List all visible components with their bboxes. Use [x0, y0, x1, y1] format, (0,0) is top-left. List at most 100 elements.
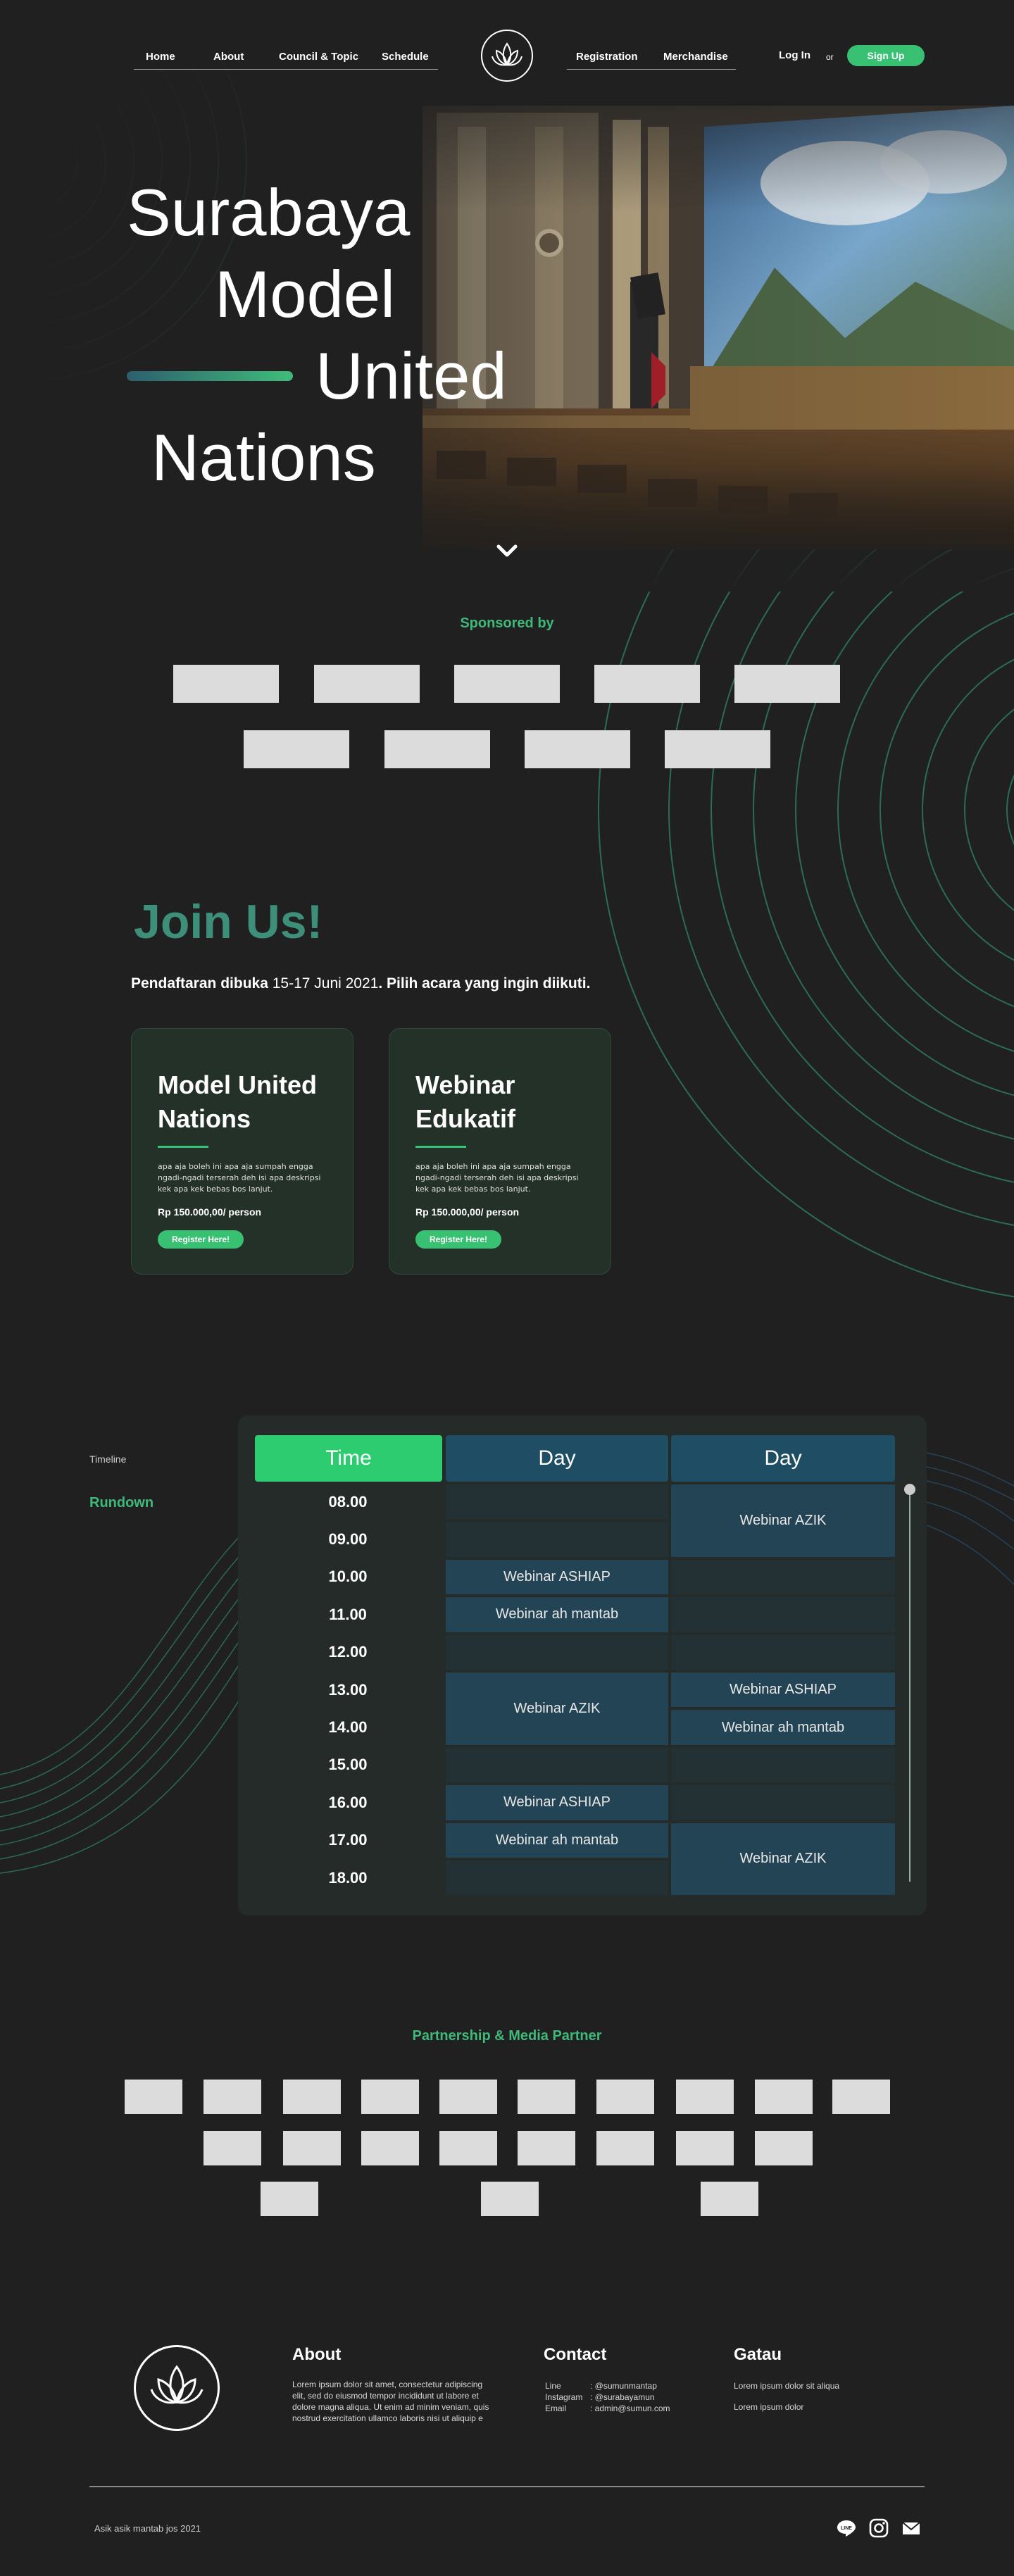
partner-logo: [676, 2131, 734, 2165]
lotus-logo-icon: [492, 42, 522, 66]
footer-about-text: Lorem ipsum dolor sit amet, consectetur …: [292, 2380, 489, 2423]
hero-title-line-3: United: [315, 339, 507, 413]
sponsor-logo: [594, 665, 700, 703]
sponsor-logo: [665, 730, 770, 768]
or-text: or: [826, 52, 834, 62]
time-cell: 18.00: [328, 1868, 368, 1887]
schedule-empty-slot: [446, 1484, 668, 1520]
partner-logo: [261, 2182, 318, 2216]
schedule-event[interactable]: Webinar AZIK: [446, 1672, 668, 1745]
contact-email-key: Email: [545, 2403, 567, 2413]
subtitle-pre: Pendaftaran dibuka: [131, 975, 273, 992]
nav-merchandise[interactable]: Merchandise: [663, 51, 728, 63]
svg-text:LINE: LINE: [841, 2526, 852, 2531]
schedule-empty-slot: [446, 1747, 668, 1783]
nav-registration[interactable]: Registration: [576, 51, 638, 63]
schedule-event[interactable]: Webinar AZIK: [671, 1484, 895, 1557]
footer-logo[interactable]: [134, 2345, 220, 2431]
footer-gatau-line: Lorem ipsum dolor: [734, 2402, 804, 2412]
schedule-event[interactable]: Webinar ASHIAP: [446, 1559, 668, 1595]
subtitle-date: 15-17 Juni 2021: [272, 975, 379, 992]
footer-gatau-heading: Gatau: [734, 2345, 782, 2364]
schedule-event[interactable]: Webinar ah mantab: [446, 1822, 668, 1858]
nav-left-underline: [134, 69, 438, 70]
footer-gatau-line: Lorem ipsum dolor sit aliqua: [734, 2381, 840, 2391]
time-cell: 08.00: [328, 1492, 368, 1511]
time-cell: 13.00: [328, 1680, 368, 1699]
schedule-table: Time Day Day 08.00 09.00 10.00 11.00 12.00 13…: [238, 1415, 927, 1915]
instagram-icon[interactable]: [868, 2518, 889, 2539]
partner-logo: [361, 2131, 419, 2165]
contact-instagram-key: Instagram: [545, 2392, 583, 2402]
schedule-empty-slot: [671, 1559, 895, 1595]
card-divider: [415, 1146, 466, 1148]
time-cell: 09.00: [328, 1530, 368, 1548]
site-logo[interactable]: [481, 30, 533, 82]
card-divider: [158, 1146, 208, 1148]
schedule-event[interactable]: Webinar ASHIAP: [446, 1785, 668, 1820]
schedule-event[interactable]: Webinar ah mantab: [446, 1597, 668, 1632]
nav-home[interactable]: Home: [146, 51, 175, 63]
register-button[interactable]: Register Here!: [158, 1230, 244, 1249]
hero-title-line-2: Model: [215, 257, 396, 331]
nav-council-topic[interactable]: Council & Topic: [279, 51, 358, 63]
hero-title-accent-bar: [127, 371, 293, 381]
nav-about[interactable]: About: [213, 51, 244, 63]
footer-about-heading: About: [292, 2345, 342, 2364]
time-cell: 17.00: [328, 1831, 368, 1849]
contact-instagram-value[interactable]: : @surabayamun: [590, 2391, 655, 2403]
signup-button[interactable]: Sign Up: [847, 45, 925, 66]
lotus-logo-icon: [150, 2365, 204, 2404]
sponsor-logo: [244, 730, 349, 768]
partner-logo: [755, 2080, 813, 2114]
card-price: Rp 150.000,00/ person: [415, 1206, 520, 1218]
schedule-scroll-handle[interactable]: [904, 1484, 915, 1495]
sponsor-logo: [454, 665, 560, 703]
join-us-subtitle: Pendaftaran dibuka 15-17 Juni 2021. Pili…: [131, 975, 590, 992]
schedule-empty-slot: [446, 1634, 668, 1670]
sponsor-logo: [384, 730, 490, 768]
partner-logo: [755, 2131, 813, 2165]
partner-logo: [518, 2131, 575, 2165]
partner-logo: [361, 2080, 419, 2114]
nav-schedule[interactable]: Schedule: [382, 51, 429, 63]
schedule-empty-slot: [671, 1747, 895, 1783]
schedule-event[interactable]: Webinar ah mantab: [671, 1710, 895, 1745]
partner-logo: [832, 2080, 890, 2114]
contact-line-key: Line: [545, 2381, 561, 2391]
subtitle-post: . Pilih acara yang ingin diikuti.: [378, 975, 591, 992]
card-title: Model United Nations: [158, 1070, 317, 1133]
schedule-scrollbar[interactable]: [909, 1487, 910, 1882]
partner-logo: [439, 2131, 497, 2165]
header-day-1: Day: [446, 1435, 668, 1482]
header-time: Time: [255, 1435, 442, 1482]
login-link[interactable]: Log In: [779, 49, 810, 61]
partner-logo: [596, 2080, 654, 2114]
register-button[interactable]: Register Here!: [415, 1230, 501, 1249]
header-day-2: Day: [671, 1435, 895, 1482]
partner-logo: [701, 2182, 758, 2216]
contact-line-value[interactable]: : @sumunmantap: [590, 2380, 657, 2391]
sponsor-logo: [734, 665, 840, 703]
line-icon[interactable]: LINE: [836, 2518, 857, 2539]
card-title: Webinar Edukatif: [415, 1070, 516, 1133]
top-navigation: Home About Council & Topic Schedule Regi…: [0, 0, 1014, 113]
footer-divider: [89, 2486, 925, 2487]
time-cell: 11.00: [329, 1605, 367, 1623]
footer-contact-heading: Contact: [544, 2345, 607, 2364]
hero-title-line-4: Nations: [151, 420, 376, 494]
scroll-down-chevron-icon[interactable]: [493, 537, 521, 565]
contact-email-value[interactable]: : admin@sumun.com: [590, 2403, 670, 2414]
schedule-event[interactable]: Webinar ASHIAP: [671, 1672, 895, 1708]
event-card-webinar: Webinar Edukatif apa aja boleh ini apa a…: [389, 1028, 611, 1275]
card-description: apa aja boleh ini apa aja sumpah engga n…: [158, 1162, 321, 1194]
mail-icon[interactable]: [901, 2518, 922, 2539]
partner-logo: [283, 2080, 341, 2114]
schedule-event[interactable]: Webinar AZIK: [671, 1822, 895, 1896]
time-cell: 12.00: [328, 1643, 368, 1661]
partner-logo: [125, 2080, 182, 2114]
event-card-mun: Model United Nations apa aja boleh ini a…: [131, 1028, 353, 1275]
partners-label: Partnership & Media Partner: [412, 2028, 602, 2044]
partner-logo: [283, 2131, 341, 2165]
partner-logo: [596, 2131, 654, 2165]
